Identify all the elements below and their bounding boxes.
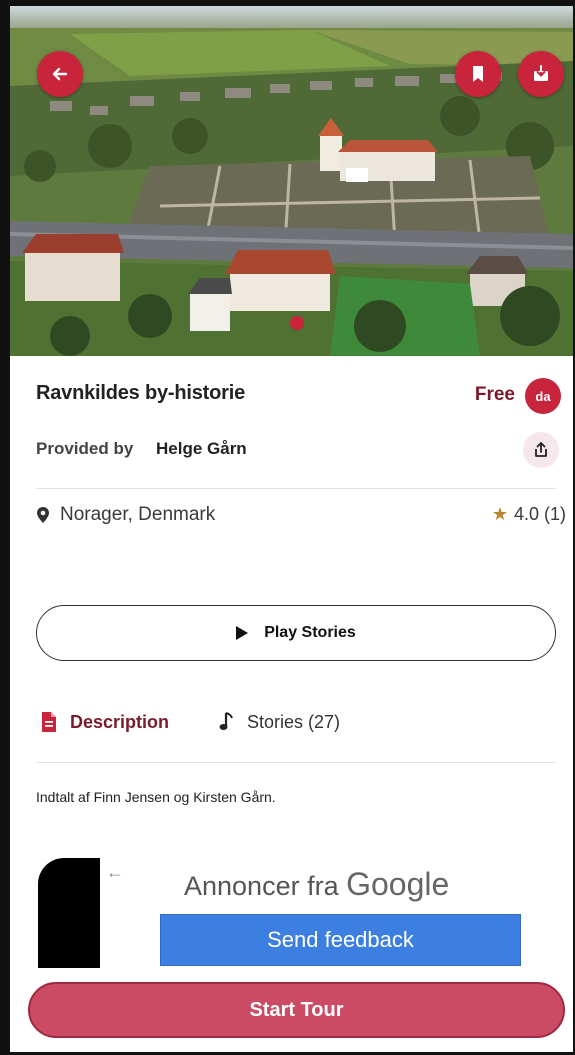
bookmark-icon <box>473 66 483 82</box>
share-button[interactable] <box>523 432 559 468</box>
download-icon <box>534 65 548 81</box>
divider <box>36 762 556 763</box>
ad-banner: ← Annoncer fra Google Send feedback <box>10 846 573 976</box>
rating-value: 4.0 (1) <box>513 504 566 524</box>
ad-title: Annoncer fra Google <box>184 866 449 903</box>
tab-stories-label: Stories (27) <box>247 711 341 732</box>
arrow-left-icon <box>52 67 68 81</box>
tab-stories[interactable]: Stories (27) <box>219 711 340 733</box>
ad-title-prefix: Annoncer fra <box>184 871 339 901</box>
tab-description[interactable]: Description <box>40 711 169 733</box>
ad-back-arrow-icon[interactable]: ← <box>106 862 124 883</box>
language-badge[interactable]: da <box>525 378 561 414</box>
back-button[interactable] <box>37 51 83 97</box>
provider-row: Provided by Helge Gårn <box>36 430 561 470</box>
provided-by-label: Provided by <box>36 439 134 458</box>
music-note-icon <box>219 712 233 730</box>
play-stories-label: Play Stories <box>264 624 356 641</box>
tab-bar: Description Stories (27) <box>36 711 561 745</box>
description-text: Indtalt af Finn Jensen og Kirsten Gårn. <box>36 789 276 805</box>
ad-placeholder-image <box>38 858 100 968</box>
document-icon <box>42 712 56 732</box>
tour-cover-image <box>10 6 573 356</box>
share-icon <box>535 442 547 457</box>
play-icon <box>236 626 249 640</box>
start-tour-button[interactable]: Start Tour <box>28 982 565 1038</box>
tab-description-label: Description <box>70 711 170 732</box>
ad-title-brand: Google <box>346 866 450 902</box>
location-row: Norager, Denmark ★ 4.0 (1) <box>36 501 566 531</box>
download-button[interactable] <box>518 51 564 97</box>
bookmark-button[interactable] <box>455 51 501 97</box>
star-icon: ★ <box>491 504 508 524</box>
location-pin-icon <box>37 507 49 523</box>
provider-name[interactable]: Helge Gårn <box>156 439 247 459</box>
tour-title: Ravnkildes by-historie <box>36 382 245 404</box>
rating: ★ 4.0 (1) <box>492 504 566 525</box>
divider <box>36 488 556 489</box>
location-text: Norager, Denmark <box>60 504 216 525</box>
price-label: Free <box>474 384 515 405</box>
title-row: Ravnkildes by-historie Free da <box>36 378 561 418</box>
send-feedback-button[interactable]: Send feedback <box>160 914 521 966</box>
play-stories-button[interactable]: Play Stories <box>36 605 556 661</box>
